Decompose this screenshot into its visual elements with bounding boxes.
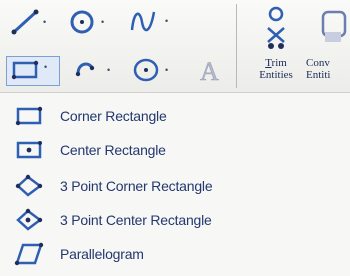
center-rectangle-icon [12,135,46,165]
trim-entities-icon [267,6,285,49]
svg-text:A: A [200,57,219,84]
circle-icon [70,10,94,34]
menu-item-corner-rectangle[interactable]: Corner Rectangle [0,99,350,133]
menu-item-label: 3 Point Center Rectangle [60,212,212,228]
spline-button[interactable]: • [128,6,168,36]
parallelogram-icon [12,239,46,269]
rectangle-dropdown-button[interactable]: • [44,62,47,72]
menu-item-label: 3 Point Corner Rectangle [60,178,213,194]
corner-rectangle-icon [12,101,46,131]
trim-entities-label: Trim Entities [259,57,293,81]
menu-item-center-rectangle[interactable]: Center Rectangle [0,133,350,167]
menu-item-label: Parallelogram [60,246,144,262]
slot-button[interactable]: • [72,56,110,84]
circle-button[interactable]: • [66,8,104,36]
convert-entities-label: Conv Entiti [306,57,331,81]
dropdown-arrow-icon[interactable]: • [101,17,104,27]
menu-item-parallelogram[interactable]: Parallelogram [0,237,350,271]
menu-item-3-point-center-rectangle[interactable]: 3 Point Center Rectangle [0,203,350,237]
line-icon [11,9,39,35]
3-point-center-rectangle-icon [12,205,46,235]
sketch-toolbar: • • • • • • A Trim Entities Conv Entiti [0,0,350,92]
text-icon: A [200,57,220,84]
menu-item-3-point-corner-rectangle[interactable]: 3 Point Corner Rectangle [0,169,350,203]
trim-entities-button[interactable]: Trim Entities [250,2,302,81]
polygon-icon [133,58,159,82]
dropdown-arrow-icon[interactable]: • [43,17,46,27]
rectangle-button[interactable] [10,58,40,82]
polygon-button[interactable]: • [130,56,168,84]
slot-icon [75,62,95,77]
rectangle-icon [11,60,39,80]
spline-icon [130,11,156,32]
menu-item-label: Center Rectangle [60,142,166,158]
line-button[interactable]: • [10,8,46,36]
dropdown-arrow-icon[interactable]: • [165,16,168,26]
dropdown-arrow-icon[interactable]: • [165,65,168,75]
convert-entities-button[interactable]: Conv Entiti [306,2,350,81]
dropdown-arrow-icon[interactable]: • [107,65,110,75]
toolbar-separator [236,4,237,88]
text-button[interactable]: A [196,56,226,84]
3-point-corner-rectangle-icon [12,171,46,201]
convert-entities-icon [321,10,347,42]
dropdown-arrow-icon: • [44,62,48,72]
menu-item-label: Corner Rectangle [60,108,167,124]
rectangle-dropdown-menu: Corner Rectangle Center Rectangle 3 Poin… [0,92,350,276]
